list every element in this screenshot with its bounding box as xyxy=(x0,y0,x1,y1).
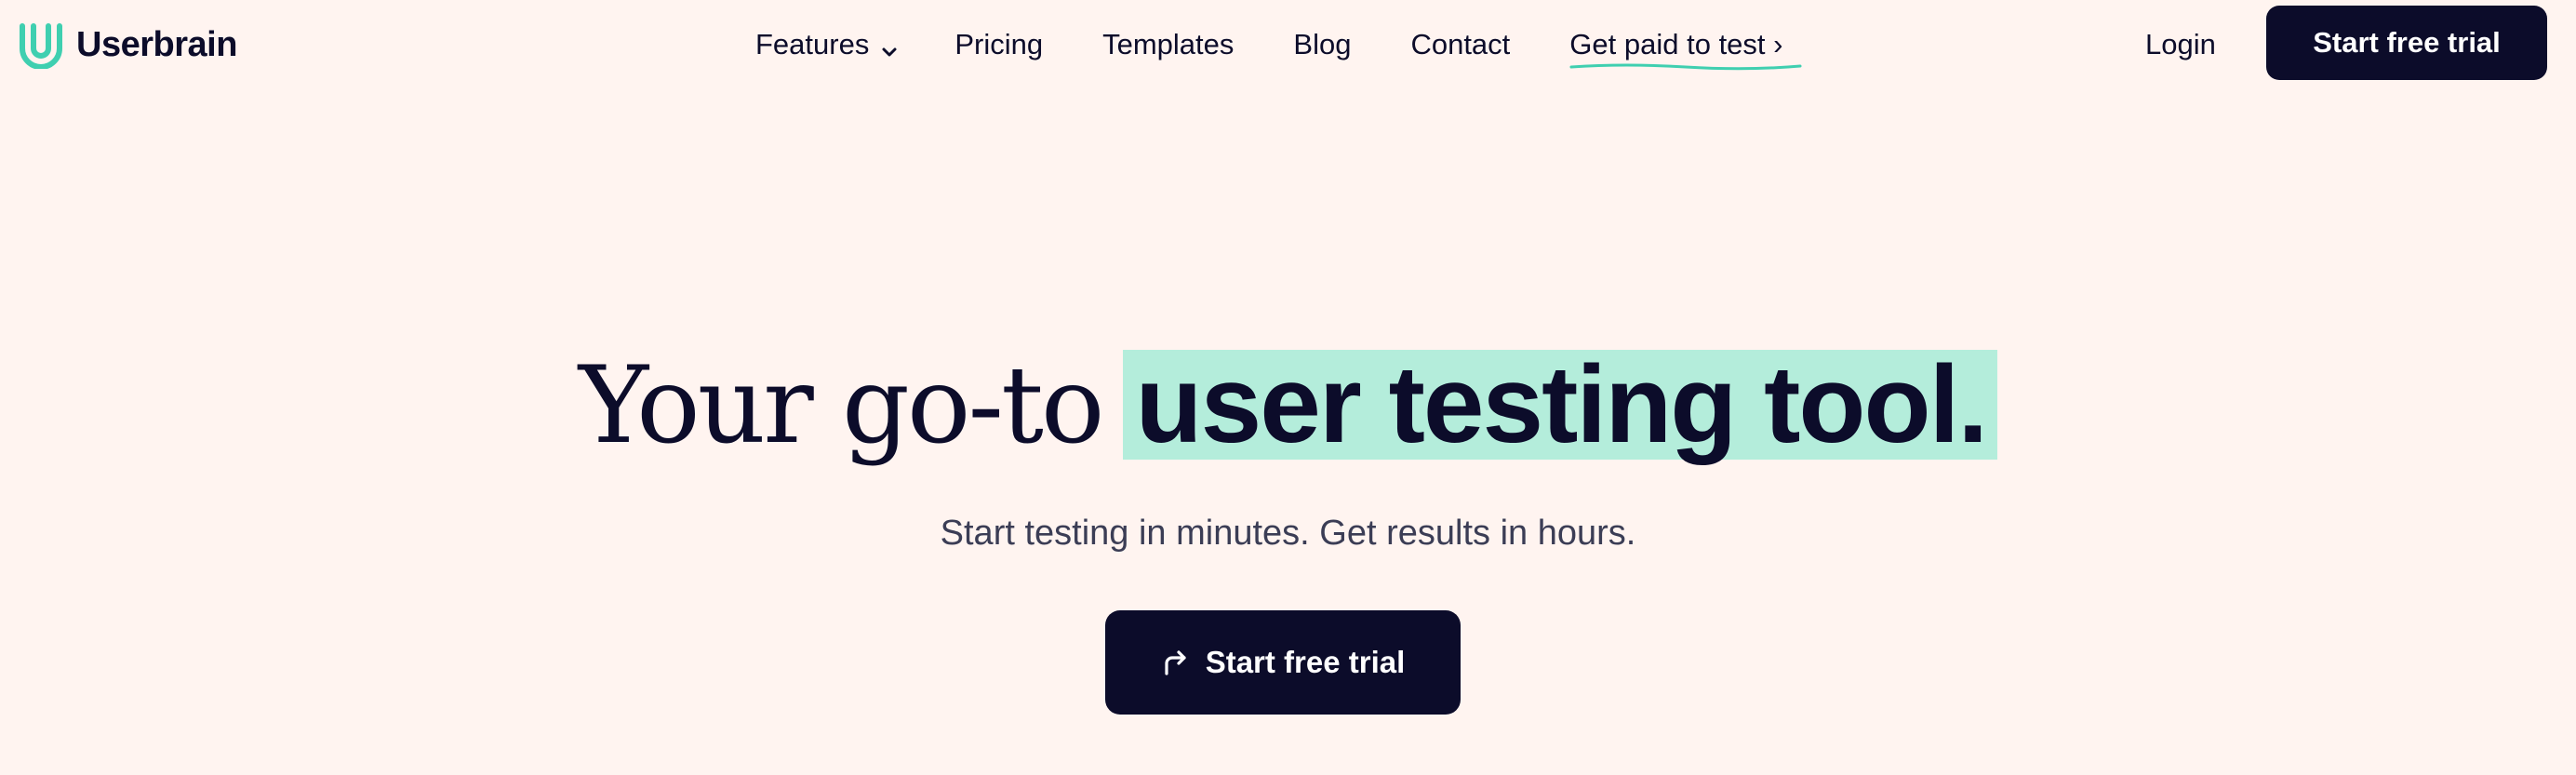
hero-title: Your go-to user testing tool. xyxy=(0,335,2576,474)
userbrain-u-logo-icon xyxy=(17,20,65,69)
nav-features[interactable]: Features xyxy=(755,28,899,61)
hero-subtitle: Start testing in minutes. Get results in… xyxy=(940,514,1636,553)
hero-start-free-trial-button[interactable]: Start free trial xyxy=(1105,610,1461,715)
nav-blog[interactable]: Blog xyxy=(1293,28,1351,61)
hero-title-plain: Your go-to xyxy=(578,342,1105,467)
hero-cta-label: Start free trial xyxy=(1205,645,1406,679)
wavy-underline-decoration xyxy=(1569,63,1802,71)
redirect-arrow-icon xyxy=(1161,648,1189,676)
main-nav: Features Pricing Templates Blog Contact … xyxy=(755,22,1802,71)
header-start-free-trial-button[interactable]: Start free trial xyxy=(2266,6,2547,80)
chevron-down-icon xyxy=(880,35,899,57)
nav-pricing[interactable]: Pricing xyxy=(954,28,1043,61)
hero-title-highlight: user testing tool. xyxy=(1122,350,1998,460)
nav-get-paid-to-test[interactable]: Get paid to test › xyxy=(1569,28,1802,71)
brand-name: Userbrain xyxy=(76,24,237,64)
nav-get-paid-label: Get paid to test › xyxy=(1569,28,1783,60)
login-link[interactable]: Login xyxy=(2145,22,2216,67)
nav-features-label: Features xyxy=(755,28,870,60)
nav-templates[interactable]: Templates xyxy=(1102,28,1234,61)
site-header: Userbrain Features Pricing Templates Blo… xyxy=(0,0,2576,87)
brand-logo[interactable]: Userbrain xyxy=(17,20,237,69)
nav-contact[interactable]: Contact xyxy=(1410,28,1510,61)
